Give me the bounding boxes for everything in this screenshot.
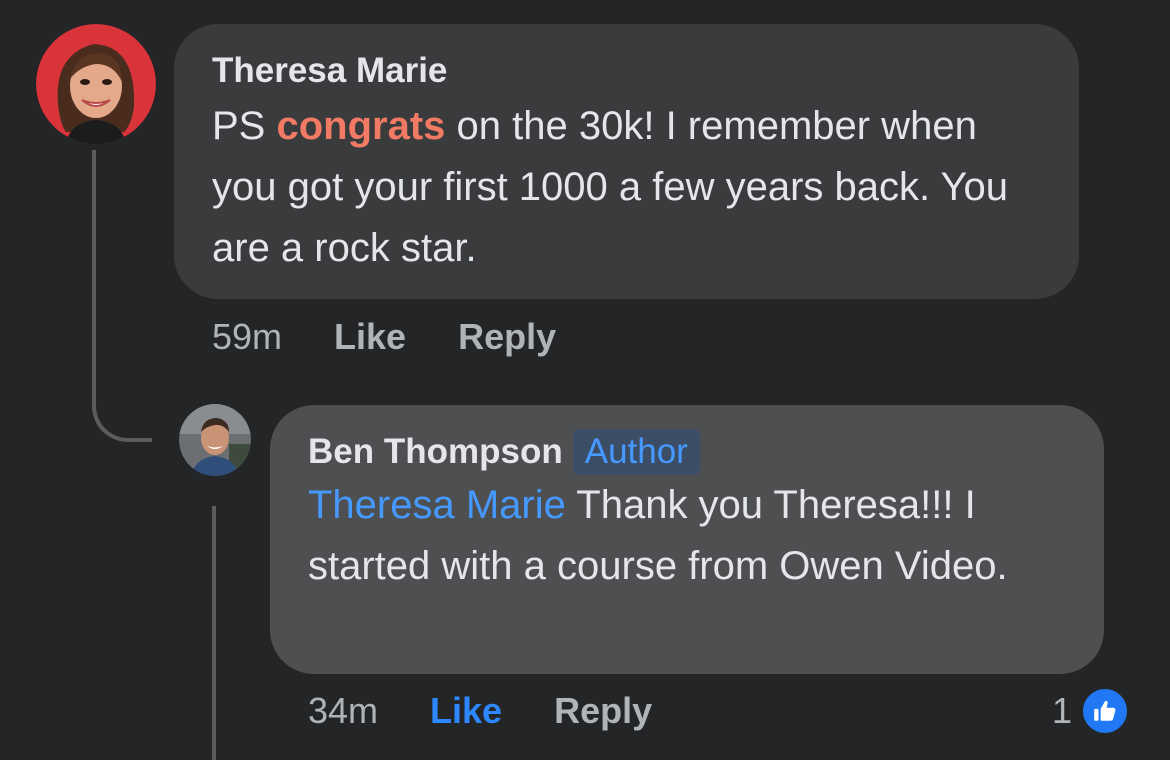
comment-timestamp[interactable]: 34m: [308, 690, 378, 732]
like-button[interactable]: Like: [430, 690, 502, 732]
reaction-count: 1: [1052, 690, 1073, 731]
avatar-image: [179, 404, 251, 476]
comment-text-prefix: PS: [212, 104, 277, 148]
comment-actions: 59m Like Reply: [212, 316, 608, 358]
reply-button[interactable]: Reply: [458, 316, 556, 358]
reaction-badge: [1080, 686, 1131, 736]
avatar-theresa-marie[interactable]: [36, 24, 156, 144]
reply-bubble: Ben Thompson Author Theresa Marie Thank …: [270, 405, 1104, 674]
thread-connector-line: [212, 506, 216, 760]
comment-timestamp[interactable]: 59m: [212, 316, 282, 358]
author-name-text[interactable]: Theresa Marie: [212, 50, 447, 92]
author-badge: Author: [572, 429, 700, 475]
comment-author[interactable]: Ben Thompson Author: [308, 429, 1066, 475]
reply-button[interactable]: Reply: [554, 690, 652, 732]
highlighted-word: congrats: [276, 104, 446, 148]
avatar-ben-thompson[interactable]: [179, 404, 251, 476]
like-button[interactable]: Like: [334, 316, 406, 358]
comment-author[interactable]: Theresa Marie: [212, 50, 1041, 92]
reaction-summary[interactable]: 1: [1052, 686, 1131, 736]
thumbs-up-icon: [1094, 700, 1116, 721]
thread-connector-line: [92, 150, 152, 442]
comment-text: PS congrats on the 30k! I remember when …: [212, 96, 1041, 279]
comment-thread: Theresa Marie PS congrats on the 30k! I …: [0, 0, 1170, 760]
mention-link[interactable]: Theresa Marie: [308, 483, 566, 527]
avatar-image: [36, 24, 156, 144]
author-name-text[interactable]: Ben Thompson: [308, 431, 563, 473]
comment-bubble: Theresa Marie PS congrats on the 30k! I …: [174, 24, 1079, 299]
comment-actions: 34m Like Reply: [308, 690, 704, 732]
comment-text: Theresa Marie Thank you Theresa!!! I sta…: [308, 475, 1066, 597]
